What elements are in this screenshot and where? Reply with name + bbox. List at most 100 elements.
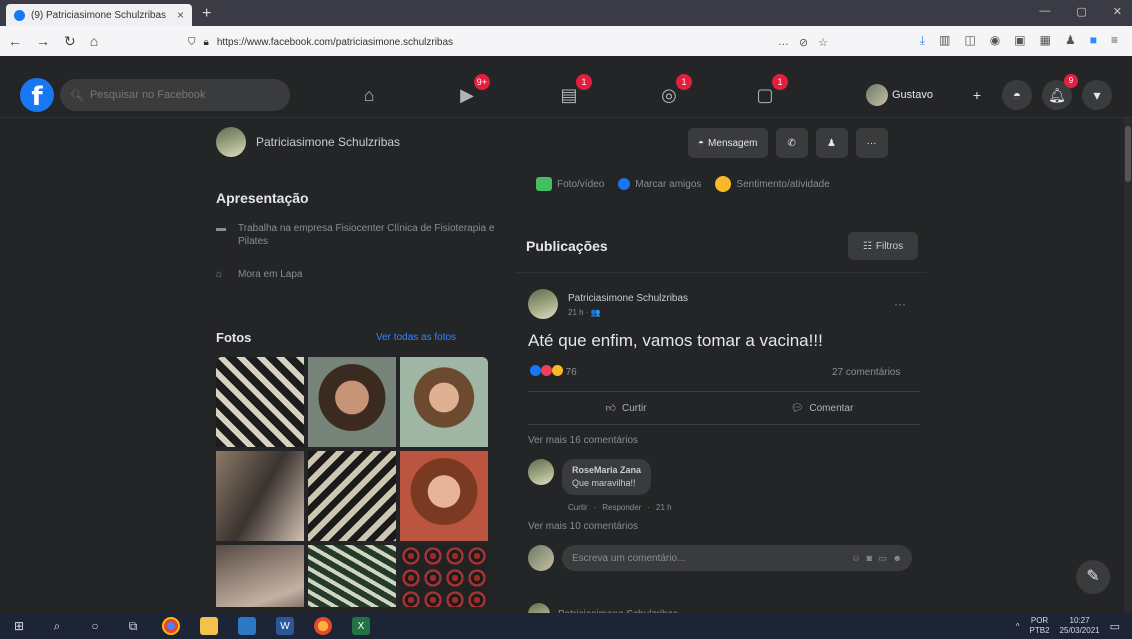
page-actions-icon[interactable]: …	[778, 36, 789, 49]
friend-button[interactable]: ♟	[815, 128, 848, 158]
facebook-logo-icon[interactable]: f	[20, 78, 54, 112]
photo-thumbnail[interactable]	[216, 451, 304, 541]
feeling-button[interactable]: Sentimento/atividade	[715, 176, 830, 192]
store-icon[interactable]	[238, 617, 256, 635]
extension-4-icon[interactable]: ■	[1090, 33, 1097, 48]
intro-work-text[interactable]: Trabalha na empresa Fisiocenter Clínica …	[238, 222, 496, 248]
profile-name[interactable]: Patriciasimone Schulzribas	[256, 135, 400, 149]
chrome-icon[interactable]	[162, 617, 180, 635]
new-tab-button[interactable]: +	[202, 5, 211, 23]
photo-thumbnail[interactable]	[308, 545, 396, 607]
gif-icon[interactable]: ▭	[878, 553, 887, 564]
word-icon[interactable]: W	[276, 617, 294, 635]
cortana-icon[interactable]: ○	[86, 617, 104, 635]
home-icon[interactable]: ⌂	[90, 33, 98, 49]
photo-video-button[interactable]: Foto/vídeo	[536, 177, 604, 191]
reactions-summary[interactable]: 76	[530, 365, 577, 379]
scrollbar-thumb[interactable]	[1125, 126, 1131, 182]
tag-friends-button[interactable]: Marcar amigos	[618, 178, 701, 190]
url-text[interactable]: https://www.facebook.com/patriciasimone.…	[217, 37, 770, 48]
back-icon[interactable]: ←	[8, 33, 22, 49]
photo-thumbnail[interactable]	[400, 451, 488, 541]
phone-icon: ✆	[787, 137, 796, 149]
tab-close-icon[interactable]: ×	[177, 8, 184, 22]
photo-thumbnail[interactable]	[308, 451, 396, 541]
comment-like-link[interactable]: Curtir	[568, 503, 588, 512]
tray-chevron-up-icon[interactable]: ^	[1016, 622, 1020, 631]
facebook-search-input[interactable]: 🔍︎ Pesquisar no Facebook	[60, 79, 290, 111]
photo-thumbnail[interactable]	[216, 545, 304, 607]
messenger-icon[interactable]: ◓	[1002, 80, 1032, 110]
shield-icon[interactable]: ⛉	[188, 37, 196, 48]
reload-icon[interactable]: ↻	[64, 33, 76, 50]
bookmark-star-icon[interactable]: ☆	[818, 36, 828, 49]
profile-chip[interactable]: Gustavo	[866, 82, 933, 108]
photo-thumbnail[interactable]	[400, 357, 488, 447]
photo-thumbnail[interactable]	[216, 357, 304, 447]
close-window-button[interactable]: ✕	[1113, 5, 1122, 18]
commenter-avatar[interactable]	[528, 459, 554, 485]
windows-start-icon[interactable]: ⊞	[10, 617, 28, 635]
browser-tab[interactable]: (9) Patriciasimone Schulzribas ×	[6, 4, 192, 26]
comment-time[interactable]: 21 h	[656, 503, 672, 512]
account-icon[interactable]: ◉	[990, 33, 1000, 48]
create-button[interactable]: +	[962, 80, 992, 110]
clock-date: 25/03/2021	[1059, 626, 1100, 635]
task-view-icon[interactable]: ⧉	[124, 617, 142, 635]
nav-marketplace-icon[interactable]: ▤ 1	[556, 74, 592, 108]
clock[interactable]: 10:27 25/03/2021	[1060, 616, 1100, 636]
photo-thumbnail[interactable]	[400, 545, 488, 607]
forward-icon[interactable]: →	[36, 33, 50, 49]
nav-home-icon[interactable]: ⌂	[356, 82, 382, 108]
comment-button[interactable]: 💬︎ Comentar	[724, 392, 920, 424]
emoji-icon[interactable]: ☺	[851, 553, 860, 564]
extension-icon[interactable]: ▣	[1014, 33, 1025, 48]
nav-gaming-icon[interactable]: ▢ 1	[752, 74, 788, 108]
post-options-icon[interactable]: ···	[894, 297, 906, 311]
search-icon[interactable]: ⌕	[48, 617, 66, 635]
excel-icon[interactable]: X	[352, 617, 370, 635]
nav-groups-icon[interactable]: ◎ 1	[656, 74, 692, 108]
profile-avatar[interactable]	[216, 127, 246, 157]
photo-thumbnail[interactable]	[308, 357, 396, 447]
sidebar-icon[interactable]: ◫	[964, 33, 975, 48]
downloads-icon[interactable]: ⤓	[920, 33, 925, 48]
more-button[interactable]: ···	[855, 128, 888, 158]
comment-author[interactable]: RoseMaria Zana	[572, 464, 641, 477]
see-more-comments-link[interactable]: Ver mais 16 comentários	[528, 435, 638, 446]
message-button[interactable]: ◓ Mensagem	[688, 128, 768, 158]
scrollbar[interactable]	[1124, 118, 1132, 613]
language-indicator[interactable]: POR PTB2	[1030, 616, 1050, 636]
intro-lives-text[interactable]: Mora em Lapa	[238, 268, 302, 281]
gaming-badge: 1	[772, 74, 788, 90]
extension-2-icon[interactable]: ▦	[1040, 33, 1051, 48]
library-icon[interactable]: ▥	[939, 33, 950, 48]
camera-icon[interactable]: ◙	[867, 553, 872, 564]
notifications-center-icon[interactable]: ▭	[1110, 620, 1120, 633]
post-author-name[interactable]: Patriciasimone Schulzribas	[568, 293, 688, 304]
notifications-bell-icon[interactable]: 🔔︎ 9	[1042, 74, 1078, 110]
sticker-icon[interactable]: ☻	[893, 553, 902, 564]
comment-reply-link[interactable]: Responder	[602, 503, 641, 512]
see-all-photos-link[interactable]: Ver todas as fotos	[376, 332, 456, 343]
file-explorer-icon[interactable]	[200, 617, 218, 635]
extension-3-icon[interactable]: ♟	[1065, 33, 1076, 48]
new-message-compose-icon[interactable]: ✎	[1076, 560, 1110, 594]
firefox-icon[interactable]	[314, 617, 332, 635]
comments-count[interactable]: 27 comentários	[832, 367, 900, 378]
post-author-avatar[interactable]	[528, 289, 558, 319]
like-button[interactable]: 👍︎ Curtir	[528, 392, 724, 424]
see-more-comments-link[interactable]: Ver mais 10 comentários	[528, 521, 638, 532]
post-timestamp[interactable]: 21 h · 👥	[568, 308, 601, 317]
briefcase-icon: ▬	[216, 223, 226, 234]
filters-button[interactable]: ☷ Filtros	[848, 232, 918, 260]
comment-input[interactable]: Escreva um comentário... ☺ ◙ ▭ ☻	[562, 545, 912, 571]
nav-watch-icon[interactable]: ▶ 9+	[454, 74, 490, 108]
minimize-button[interactable]: —	[1039, 5, 1050, 18]
call-button[interactable]: ✆	[775, 128, 808, 158]
maximize-button[interactable]: ▢	[1076, 5, 1086, 18]
address-bar[interactable]: ⛉ 🔒︎ https://www.facebook.com/patriciasi…	[188, 32, 828, 52]
account-menu-chevron-down-icon[interactable]: ▾	[1082, 80, 1112, 110]
menu-icon[interactable]: ≡	[1111, 33, 1118, 48]
pocket-icon[interactable]: ⊘	[799, 36, 808, 49]
